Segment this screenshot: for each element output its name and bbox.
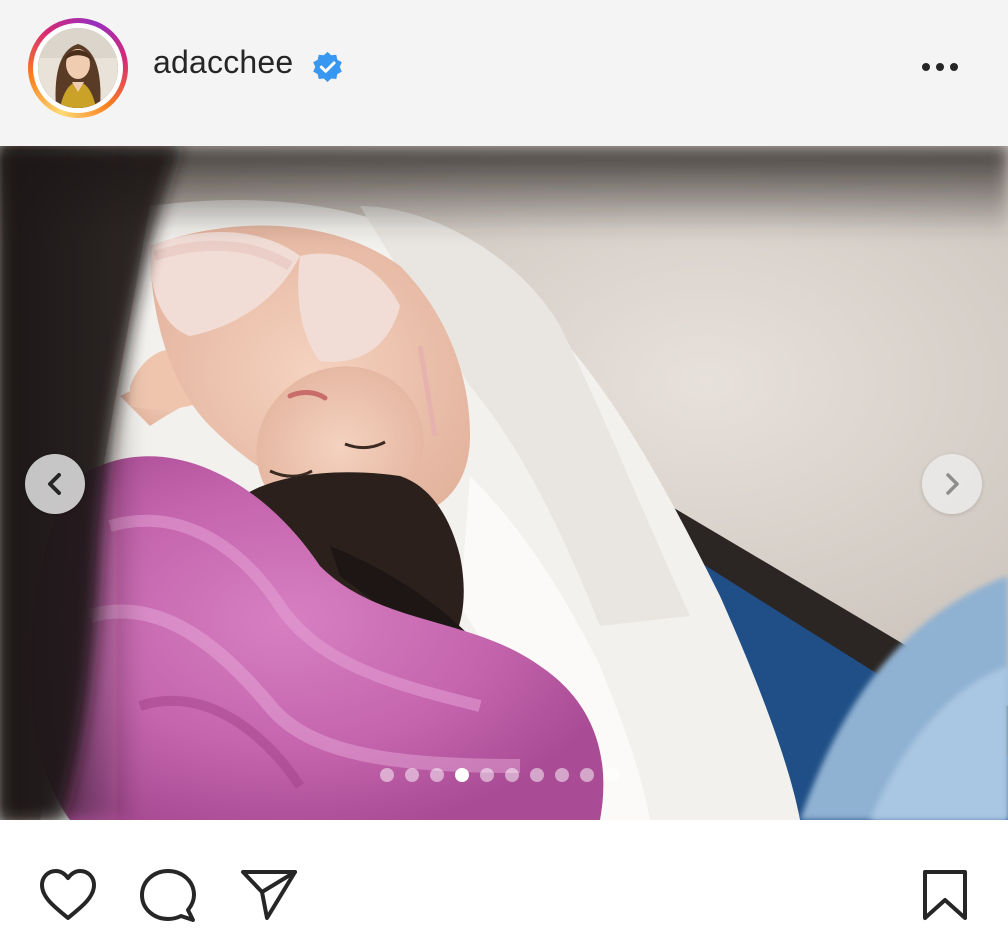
- paper-plane-icon[interactable]: [240, 868, 298, 922]
- previous-slide-button[interactable]: [25, 454, 85, 514]
- post-photo: [0, 146, 1008, 820]
- comment-icon[interactable]: [139, 868, 197, 924]
- post-actions: [0, 820, 1008, 943]
- carousel-dot: [480, 768, 494, 782]
- carousel-dot: [580, 768, 594, 782]
- heart-icon[interactable]: [38, 868, 98, 922]
- avatar[interactable]: [38, 28, 118, 108]
- story-ring[interactable]: [28, 18, 128, 118]
- username[interactable]: adacchee: [153, 44, 293, 81]
- avatar-photo: [38, 28, 118, 108]
- next-slide-button[interactable]: [922, 454, 982, 514]
- avatar-border: [33, 23, 123, 113]
- carousel-dot: [405, 768, 419, 782]
- chevron-right-icon: [946, 473, 959, 495]
- carousel-indicator: [380, 768, 619, 782]
- carousel-dot: [430, 768, 444, 782]
- post-media[interactable]: [0, 146, 1008, 820]
- instagram-post: adacchee: [0, 0, 1008, 943]
- carousel-dot: [530, 768, 544, 782]
- carousel-dot-active: [455, 768, 469, 782]
- post-header: adacchee: [0, 0, 1008, 146]
- carousel-dot: [555, 768, 569, 782]
- carousel-dot: [505, 768, 519, 782]
- carousel-dot: [605, 768, 619, 782]
- more-horizontal-icon[interactable]: [918, 52, 964, 82]
- carousel-dot: [380, 768, 394, 782]
- bookmark-icon[interactable]: [920, 868, 970, 922]
- verified-badge-icon: [313, 51, 342, 83]
- chevron-left-icon: [48, 473, 61, 495]
